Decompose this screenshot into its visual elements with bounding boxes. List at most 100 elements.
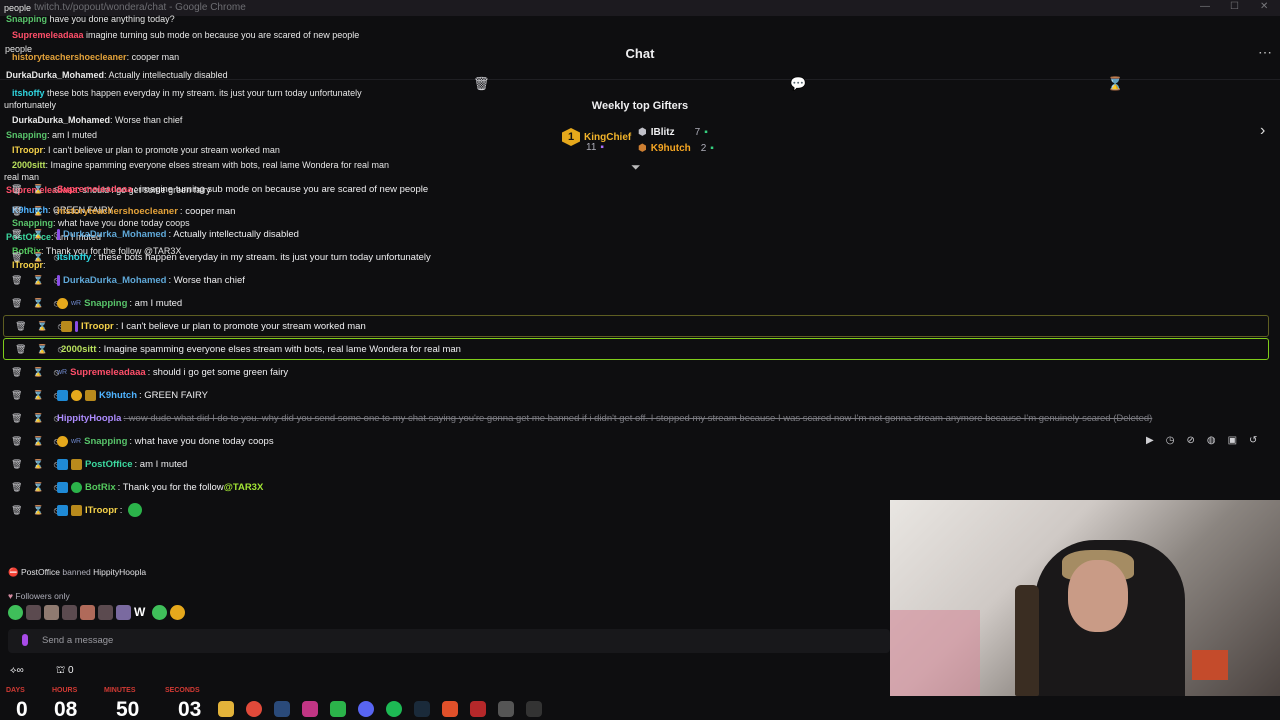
trash-icon[interactable]: 🗑: [11, 298, 22, 309]
hourglass-icon[interactable]: ⌛: [32, 367, 43, 378]
epic-icon[interactable]: [526, 700, 542, 717]
discord-icon[interactable]: [358, 700, 374, 717]
chat-message[interactable]: 🗑 ⌛ ⦸ Supremeleadaaa: imagine turning sub m…: [0, 178, 1270, 200]
trash-icon[interactable]: 🗑: [11, 367, 22, 378]
chat-message[interactable]: 🗑⌛⦸wRSnapping: what have you done today …: [0, 430, 1270, 452]
more-icon[interactable]: ⋯: [1258, 44, 1272, 61]
mic-icon[interactable]: [22, 634, 28, 646]
emote-icon[interactable]: W: [134, 605, 149, 620]
chevron-right-icon[interactable]: ›: [1260, 122, 1265, 140]
emote-icon[interactable]: [62, 605, 77, 620]
trash-icon[interactable]: 🗑: [11, 252, 22, 263]
chat-username[interactable]: HippityHoopla: [57, 413, 121, 424]
emote-icon[interactable]: [98, 605, 113, 620]
chat-username[interactable]: PostOffice: [85, 459, 133, 470]
gifter-second[interactable]: ⬢ IBlitz 7 ▪: [638, 127, 708, 138]
chat-username[interactable]: DurkaDurka_Mohamed: [63, 229, 166, 240]
trash-icon[interactable]: 🗑: [11, 184, 22, 195]
spotify-icon[interactable]: [386, 700, 402, 717]
chat-message[interactable]: 🗑⌛⦸ITroopr: I can't believe ur plan to p…: [3, 315, 1269, 337]
hourglass-icon[interactable]: ⌛: [1107, 76, 1123, 92]
chat-username[interactable]: Snapping: [84, 436, 127, 447]
emote-icon[interactable]: [8, 605, 23, 620]
hourglass-icon[interactable]: ⌛: [32, 206, 43, 217]
chat-message[interactable]: 🗑 ⌛ ⦸ HippityHoopla: wow dude what did I do…: [0, 407, 1270, 429]
chat-message[interactable]: 🗑 ⌛ ⦸ itshoffy: these bots happen everyday …: [0, 246, 1270, 268]
emote-icon[interactable]: [44, 605, 59, 620]
steam-icon[interactable]: [274, 700, 290, 717]
chrome-icon[interactable]: [246, 700, 262, 717]
chat-username[interactable]: ITroopr: [81, 321, 114, 332]
app-icon[interactable]: [414, 700, 430, 717]
trash-icon[interactable]: 🗑: [11, 505, 22, 516]
minimize-icon[interactable]: —: [1200, 1, 1210, 12]
streak-display[interactable]: ⛫ 0: [56, 665, 74, 678]
settings-icon[interactable]: [498, 700, 514, 717]
trash-icon[interactable]: 🗑: [11, 229, 22, 240]
chat-message[interactable]: 🗑 ⌛ ⦸ wR Supremeleadaaa: should i go get som…: [0, 361, 1270, 383]
gifter-third[interactable]: ⬢ K9hutch 2 ▪: [638, 143, 714, 154]
close-icon[interactable]: ✕: [1260, 1, 1268, 12]
hourglass-icon[interactable]: ⌛: [32, 298, 43, 309]
mute-icon[interactable]: ⊘: [1186, 435, 1194, 446]
trash-icon[interactable]: 🗑: [15, 321, 26, 332]
instagram-icon[interactable]: [302, 700, 318, 717]
chat-message[interactable]: 🗑⌛⦸DurkaDurka_Mohamed: Actually intellec…: [0, 223, 1270, 245]
trash-icon[interactable]: 🗑: [11, 482, 22, 493]
hourglass-icon[interactable]: ⌛: [32, 459, 43, 470]
chat-message[interactable]: 🗑⌛⦸K9hutch: GREEN FAIRY: [0, 384, 1270, 406]
mention[interactable]: @TAR3X: [224, 482, 264, 493]
undo-icon[interactable]: ↺: [1249, 435, 1257, 446]
emote-icon[interactable]: [128, 503, 143, 517]
chat-input[interactable]: Send a message: [8, 629, 890, 653]
maximize-icon[interactable]: ☐: [1230, 1, 1239, 12]
trash-icon[interactable]: 🗑: [11, 459, 22, 470]
chat-message[interactable]: 🗑⌛⦸PostOffice: am I muted: [0, 453, 1270, 475]
chat-message[interactable]: 🗑⌛⦸wRSnapping: am I muted: [0, 292, 1270, 314]
hourglass-icon[interactable]: ⌛: [36, 321, 47, 332]
points-display[interactable]: ⟡∞: [10, 665, 24, 676]
hourglass-icon[interactable]: ⌛: [32, 482, 43, 493]
trash-icon[interactable]: 🗑: [473, 76, 490, 92]
trash-icon[interactable]: 🗑: [11, 275, 22, 286]
folder-icon[interactable]: [218, 700, 234, 717]
chat-message[interactable]: 🗑⌛⦸BotRix: Thank you for the follow @TAR…: [0, 476, 1270, 498]
trash-icon[interactable]: 🗑: [15, 344, 26, 355]
emote-icon[interactable]: [152, 605, 167, 620]
hourglass-icon[interactable]: ⌛: [36, 344, 47, 355]
chat-username[interactable]: 2000sitt: [61, 344, 96, 355]
chat-username[interactable]: K9hutch: [99, 390, 137, 401]
chat-message[interactable]: 🗑⌛⦸DurkaDurka_Mohamed: Worse than chief: [0, 269, 1270, 291]
hourglass-icon[interactable]: ⌛: [32, 252, 43, 263]
chat-username[interactable]: Supremeleadaaa: [57, 184, 133, 195]
trash-icon[interactable]: 🗑: [11, 206, 22, 217]
hourglass-icon[interactable]: ⌛: [32, 184, 43, 195]
hourglass-icon[interactable]: ⌛: [32, 436, 43, 447]
chat-username[interactable]: Supremeleadaaa: [70, 367, 146, 378]
obs-icon[interactable]: [442, 700, 458, 717]
hourglass-icon[interactable]: ⌛: [32, 505, 43, 516]
chat-username[interactable]: BotRix: [85, 482, 116, 493]
trash-icon[interactable]: 🗑: [11, 390, 22, 401]
app-icon[interactable]: [330, 700, 346, 717]
chat-username[interactable]: DurkaDurka_Mohamed: [63, 275, 166, 286]
emote-icon[interactable]: [80, 605, 95, 620]
emote-icon[interactable]: [116, 605, 131, 620]
trash-icon[interactable]: 🗑: [11, 436, 22, 447]
chat-message[interactable]: 🗑 ⌛ ⦸ 2000sitt: Imagine spamming everyone e…: [3, 338, 1269, 360]
chat-username[interactable]: itshoffy: [57, 252, 91, 263]
emote-icon[interactable]: [170, 605, 185, 620]
trash-icon[interactable]: 🗑: [11, 413, 22, 424]
hourglass-icon[interactable]: ⌛: [32, 229, 43, 240]
copy-icon[interactable]: ▣: [1228, 435, 1237, 446]
hourglass-icon[interactable]: ⌛: [32, 390, 43, 401]
clock-icon[interactable]: ◷: [1166, 435, 1175, 446]
chat-settings-icon[interactable]: ◍: [1207, 435, 1216, 446]
hourglass-icon[interactable]: ⌛: [32, 413, 43, 424]
play-icon[interactable]: ▶: [1146, 435, 1154, 446]
chat-username[interactable]: Snapping: [84, 298, 127, 309]
app-icon[interactable]: [470, 700, 486, 717]
chat-username[interactable]: historyteachershoecleaner: [57, 206, 178, 217]
chat-username[interactable]: ITroopr: [85, 505, 118, 516]
chat-bubble-icon[interactable]: 💬: [790, 76, 806, 92]
